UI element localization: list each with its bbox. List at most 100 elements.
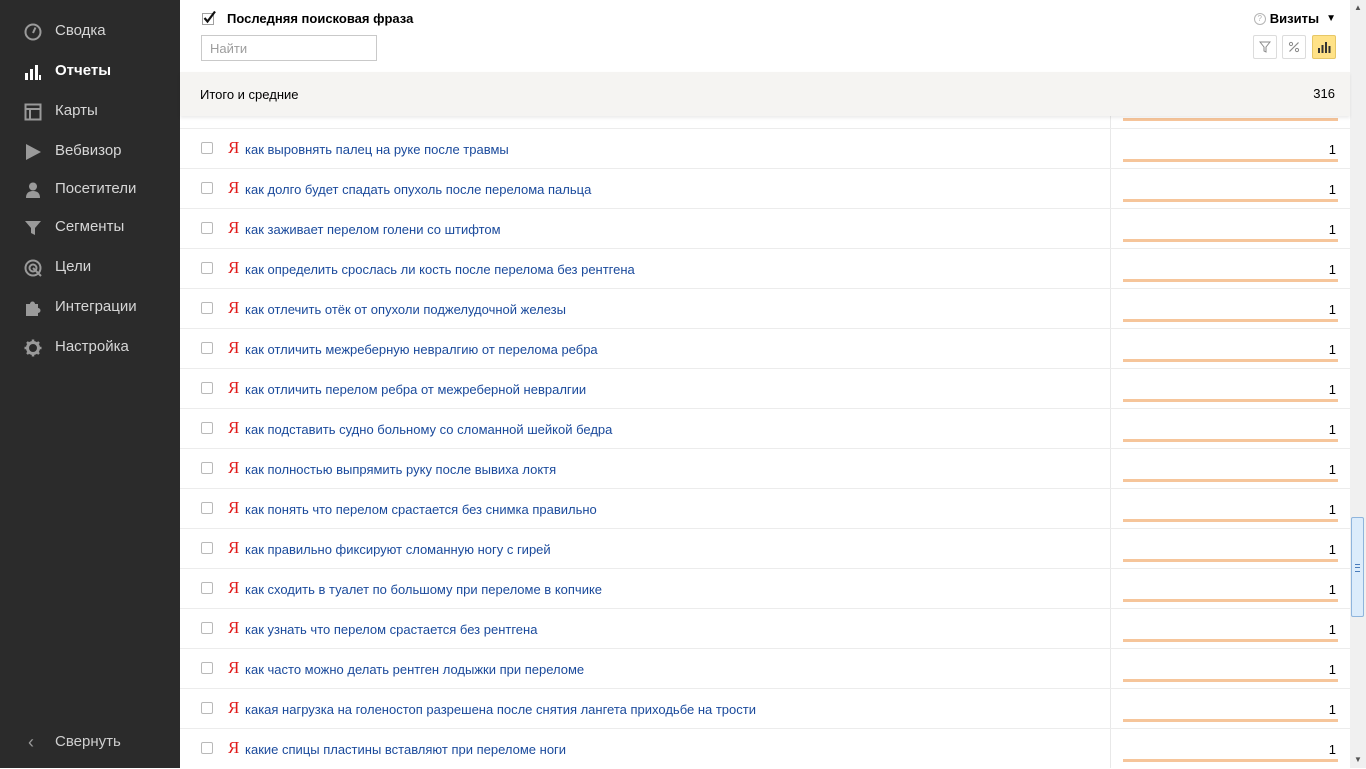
- row-checkbox[interactable]: [201, 582, 213, 594]
- row-checkbox[interactable]: [201, 422, 213, 434]
- bar-chart-icon: [23, 62, 43, 82]
- value-bar: [1123, 359, 1338, 362]
- value-bar: [1123, 279, 1338, 282]
- percent-button[interactable]: [1282, 35, 1306, 59]
- sidebar-item-settings[interactable]: Настройка: [0, 332, 180, 362]
- value-bar: [1123, 559, 1338, 562]
- target-icon: [23, 258, 43, 278]
- yandex-logo-icon: Я: [228, 298, 240, 317]
- search-phrase-link[interactable]: как подставить судно больному со сломанн…: [245, 422, 612, 437]
- search-phrase-link[interactable]: какая нагрузка на голеностоп разрешена п…: [245, 702, 756, 717]
- value-bar: [1123, 599, 1338, 602]
- sidebar-item-summary[interactable]: Сводка: [0, 16, 180, 46]
- gear-icon: [23, 338, 43, 358]
- totals-row: Итого и средние 316: [180, 72, 1350, 116]
- table-row: Якак сходить в туалет по большому при пе…: [180, 568, 1350, 609]
- row-checkbox[interactable]: [201, 702, 213, 714]
- sidebar-item-integrations[interactable]: Интеграции: [0, 292, 180, 322]
- sidebar-item-visitors[interactable]: Посетители: [0, 174, 180, 204]
- scroll-down-arrow-icon[interactable]: ▼: [1350, 752, 1366, 768]
- table-row: Якак правильно фиксируют сломанную ногу …: [180, 528, 1350, 569]
- vertical-scrollbar[interactable]: ▲ ▼: [1350, 0, 1366, 768]
- visits-value: 1: [1328, 702, 1336, 717]
- value-bar: [1123, 399, 1338, 402]
- collapse-label: Свернуть: [55, 733, 121, 750]
- table-row: Якак долго будет спадать опухоль после п…: [180, 168, 1350, 209]
- search-phrase-link[interactable]: как отличить межреберную невралгию от пе…: [245, 342, 598, 357]
- yandex-logo-icon: Я: [228, 258, 240, 277]
- visits-value: 1: [1328, 422, 1336, 437]
- value-bar: [1123, 118, 1338, 121]
- scroll-thumb[interactable]: [1351, 517, 1364, 617]
- row-checkbox[interactable]: [201, 182, 213, 194]
- sidebar-item-segments[interactable]: Сегменты: [0, 212, 180, 242]
- filter-button[interactable]: [1253, 35, 1277, 59]
- value-bar: [1123, 319, 1338, 322]
- visits-value: 1: [1328, 462, 1336, 477]
- row-checkbox[interactable]: [201, 262, 213, 274]
- search-phrase-link[interactable]: как отлечить отёк от опухоли поджелудочн…: [245, 302, 566, 317]
- row-checkbox[interactable]: [201, 502, 213, 514]
- yandex-logo-icon: Я: [228, 698, 240, 717]
- map-grid-icon: [23, 102, 43, 122]
- puzzle-icon: [23, 298, 43, 318]
- visits-value: 1: [1328, 342, 1336, 357]
- table-row: Якак часто можно делать рентген лодыжки …: [180, 648, 1350, 689]
- search-phrase-link[interactable]: как полностью выпрямить руку после вывих…: [245, 462, 556, 477]
- table-row: Якак выровнять палец на руке после травм…: [180, 128, 1350, 169]
- bar-view-button[interactable]: [1312, 35, 1336, 59]
- sidebar-item-webvisor[interactable]: Вебвизор: [0, 136, 180, 166]
- search-phrase-link[interactable]: как узнать что перелом срастается без ре…: [245, 622, 537, 637]
- search-phrase-link[interactable]: как определить срослась ли кость после п…: [245, 262, 635, 277]
- row-checkbox[interactable]: [201, 302, 213, 314]
- value-bar: [1123, 719, 1338, 722]
- sidebar-item-reports[interactable]: Отчеты: [0, 56, 180, 86]
- row-checkbox[interactable]: [201, 542, 213, 554]
- yandex-logo-icon: Я: [228, 178, 240, 197]
- value-bar: [1123, 519, 1338, 522]
- visits-value: 1: [1328, 622, 1336, 637]
- search-phrase-link[interactable]: как часто можно делать рентген лодыжки п…: [245, 662, 584, 677]
- table-row: Якак понять что перелом срастается без с…: [180, 488, 1350, 529]
- row-checkbox[interactable]: [201, 142, 213, 154]
- search-phrase-link[interactable]: какие спицы пластины вставляют при перел…: [245, 742, 566, 757]
- row-checkbox[interactable]: [201, 342, 213, 354]
- chevron-left-icon: ‹: [28, 732, 34, 752]
- table-header: Последняя поисковая фраза ? Визиты ▼: [180, 0, 1350, 72]
- metric-label: Визиты: [1269, 11, 1320, 26]
- help-icon[interactable]: ?: [1253, 12, 1266, 25]
- row-checkbox[interactable]: [201, 662, 213, 674]
- search-phrase-link[interactable]: как заживает перелом голени со штифтом: [245, 222, 501, 237]
- search-phrase-link[interactable]: как сходить в туалет по большому при пер…: [245, 582, 602, 597]
- search-phrase-link[interactable]: как правильно фиксируют сломанную ногу с…: [245, 542, 551, 557]
- sidebar-collapse-button[interactable]: ‹ Свернуть: [0, 727, 180, 757]
- sidebar-item-label: Вебвизор: [55, 142, 122, 159]
- sidebar-item-goals[interactable]: Цели: [0, 252, 180, 282]
- dropdown-arrow-icon: ▼: [1326, 13, 1336, 24]
- scroll-up-arrow-icon[interactable]: ▲: [1350, 0, 1366, 16]
- row-checkbox[interactable]: [201, 222, 213, 234]
- visits-value: 1: [1328, 182, 1336, 197]
- sidebar-item-maps[interactable]: Карты: [0, 96, 180, 126]
- visits-value: 1: [1328, 262, 1336, 277]
- visits-value: 1: [1328, 302, 1336, 317]
- yandex-logo-icon: Я: [228, 218, 240, 237]
- search-phrase-link[interactable]: как отличить перелом ребра от межреберно…: [245, 382, 586, 397]
- row-checkbox[interactable]: [201, 622, 213, 634]
- table-row: Якак узнать что перелом срастается без р…: [180, 608, 1350, 649]
- search-phrase-link[interactable]: как выровнять палец на руке после травмы: [245, 142, 509, 157]
- yandex-logo-icon: Я: [228, 658, 240, 677]
- yandex-logo-icon: Я: [228, 618, 240, 637]
- search-input[interactable]: [201, 35, 377, 61]
- visits-value: 1: [1328, 382, 1336, 397]
- search-phrase-link[interactable]: как понять что перелом срастается без сн…: [245, 502, 597, 517]
- search-phrase-link[interactable]: как долго будет спадать опухоль после пе…: [245, 182, 591, 197]
- row-checkbox[interactable]: [201, 742, 213, 754]
- dimension-title: Последняя поисковая фраза: [227, 11, 414, 26]
- row-checkbox[interactable]: [201, 462, 213, 474]
- dimension-checkbox[interactable]: [202, 10, 216, 25]
- metric-visits-header[interactable]: ? Визиты ▼: [1253, 11, 1336, 26]
- yandex-logo-icon: Я: [228, 418, 240, 437]
- row-checkbox[interactable]: [201, 382, 213, 394]
- table-row: Якак полностью выпрямить руку после выви…: [180, 448, 1350, 489]
